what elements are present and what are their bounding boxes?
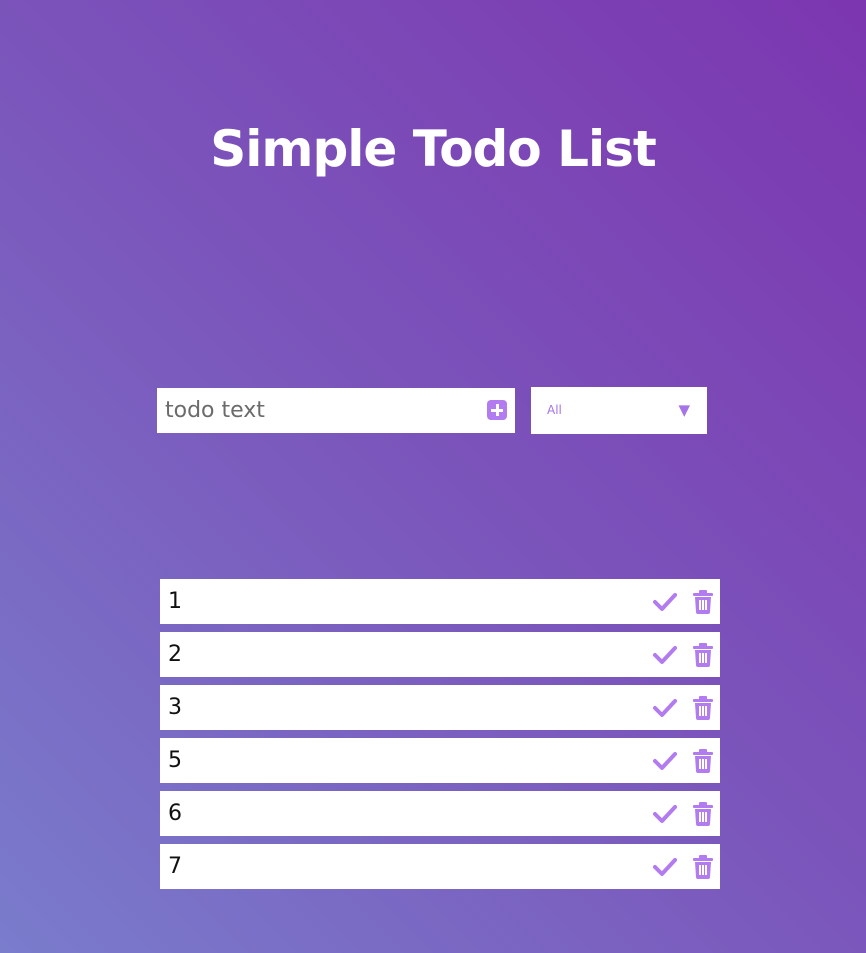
- trash-icon[interactable]: [693, 802, 713, 826]
- filter-selected-value: All: [547, 403, 562, 417]
- todo-item-text: 6: [168, 801, 182, 826]
- trash-icon[interactable]: [693, 855, 713, 879]
- trash-icon[interactable]: [693, 749, 713, 773]
- check-icon[interactable]: [653, 591, 677, 613]
- trash-icon[interactable]: [693, 643, 713, 667]
- check-icon[interactable]: [653, 750, 677, 772]
- check-icon[interactable]: [653, 644, 677, 666]
- todo-item: 1: [160, 579, 720, 624]
- todo-item-text: 1: [168, 589, 182, 614]
- todo-item: 7: [160, 844, 720, 889]
- trash-icon[interactable]: [693, 590, 713, 614]
- todo-item: 6: [160, 791, 720, 836]
- todo-item: 5: [160, 738, 720, 783]
- todo-list: 1 2 3 5 6 7: [160, 579, 720, 897]
- check-icon[interactable]: [653, 803, 677, 825]
- todo-item-text: 2: [168, 642, 182, 667]
- check-icon[interactable]: [653, 856, 677, 878]
- todo-item: 3: [160, 685, 720, 730]
- todo-item-text: 5: [168, 748, 182, 773]
- filter-select[interactable]: All ▼: [531, 387, 707, 434]
- check-icon[interactable]: [653, 697, 677, 719]
- todo-form: [157, 388, 515, 433]
- todo-item: 2: [160, 632, 720, 677]
- trash-icon[interactable]: [693, 696, 713, 720]
- dropdown-arrow-icon: ▼: [678, 401, 690, 419]
- plus-square-icon[interactable]: [487, 400, 507, 420]
- todo-item-text: 7: [168, 854, 182, 879]
- page-title: Simple Todo List: [210, 120, 657, 178]
- todo-text-input[interactable]: [157, 388, 467, 433]
- todo-item-text: 3: [168, 695, 182, 720]
